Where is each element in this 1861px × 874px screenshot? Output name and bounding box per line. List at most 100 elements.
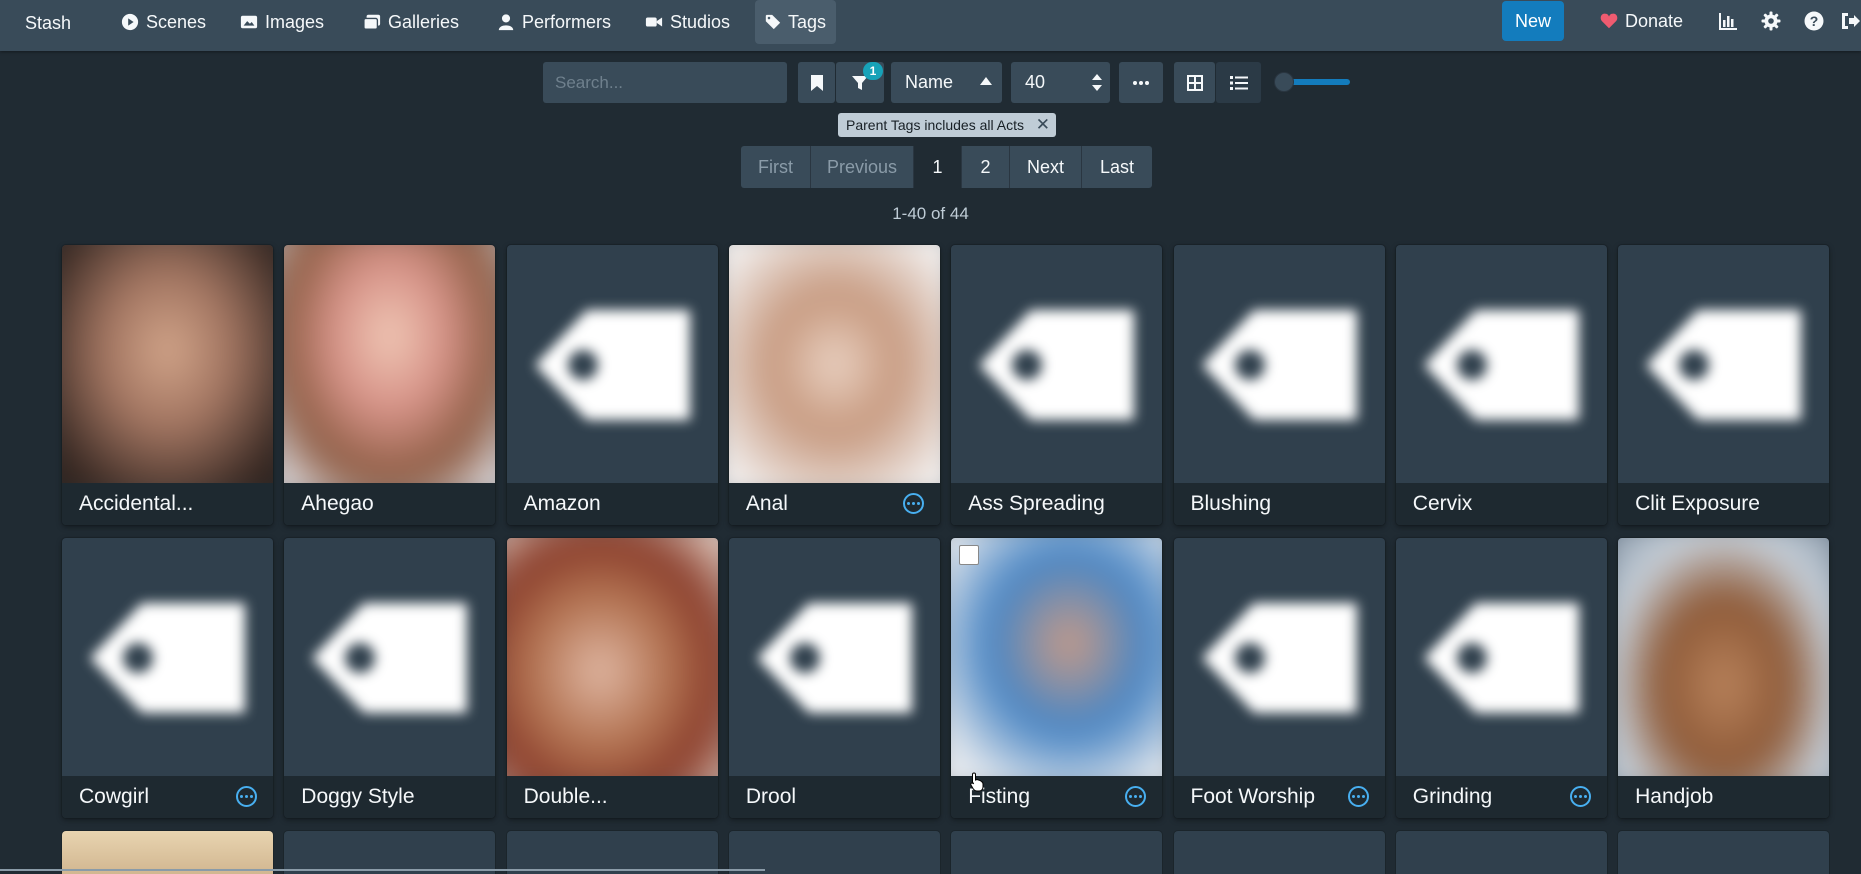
nav-tags[interactable]: Tags bbox=[755, 0, 836, 44]
tag-thumbnail[interactable] bbox=[507, 245, 718, 483]
tag-menu-icon[interactable] bbox=[902, 493, 924, 514]
tag-card[interactable]: Anal bbox=[728, 245, 940, 525]
page-first-button[interactable]: First bbox=[741, 146, 811, 188]
new-tag-button[interactable]: New bbox=[1502, 1, 1564, 41]
tag-name: Ass Spreading bbox=[968, 492, 1105, 515]
tag-name: Blushing bbox=[1190, 492, 1272, 515]
mouse-cursor-icon bbox=[970, 772, 984, 792]
stats-button[interactable] bbox=[1718, 11, 1738, 31]
nav-studios[interactable]: Studios bbox=[635, 0, 740, 44]
tag-name-bar[interactable]: Blushing bbox=[1173, 483, 1385, 525]
tag-card[interactable]: Grinding bbox=[1395, 538, 1607, 818]
tag-name: Doggy Style bbox=[301, 785, 415, 808]
remove-filter-icon[interactable]: ✕ bbox=[1036, 115, 1050, 135]
tag-card[interactable]: Clit Exposure bbox=[1618, 245, 1830, 525]
help-button[interactable]: ? bbox=[1804, 11, 1824, 31]
tag-card-partial[interactable] bbox=[62, 831, 273, 874]
page-last-button[interactable]: Last bbox=[1082, 146, 1152, 188]
list-view-button[interactable] bbox=[1216, 62, 1261, 103]
tag-card[interactable]: Cowgirl bbox=[62, 538, 273, 818]
tag-menu-icon[interactable] bbox=[1347, 786, 1369, 807]
list-icon bbox=[1229, 75, 1248, 90]
tag-name-bar[interactable]: Amazon bbox=[506, 483, 718, 525]
logout-icon bbox=[1842, 13, 1860, 29]
tag-name: Clit Exposure bbox=[1635, 492, 1760, 515]
tag-name-bar[interactable]: Ass Spreading bbox=[951, 483, 1163, 525]
page-previous-button[interactable]: Previous bbox=[811, 146, 914, 188]
tag-card[interactable]: Ahegao bbox=[284, 245, 496, 525]
search-input[interactable] bbox=[543, 62, 787, 103]
saved-filters-button[interactable] bbox=[798, 62, 835, 103]
tag-thumbnail[interactable] bbox=[62, 245, 273, 483]
tag-card[interactable]: Handjob bbox=[1618, 538, 1830, 818]
tag-thumbnail[interactable] bbox=[284, 245, 496, 483]
tag-card-partial[interactable] bbox=[506, 831, 718, 874]
horizontal-scrollbar[interactable] bbox=[0, 869, 765, 871]
tag-card-partial[interactable] bbox=[1395, 831, 1607, 874]
stats-icon bbox=[1719, 13, 1737, 30]
tag-card[interactable]: Amazon bbox=[506, 245, 718, 525]
tag-name-bar[interactable]: Double... bbox=[506, 776, 718, 818]
tag-card[interactable]: Drool bbox=[728, 538, 940, 818]
nav-galleries[interactable]: Galleries bbox=[353, 0, 469, 44]
per-page-value: 40 bbox=[1025, 72, 1046, 92]
tag-thumbnail[interactable] bbox=[728, 245, 940, 483]
tag-thumbnail[interactable] bbox=[1174, 245, 1385, 483]
tag-menu-icon[interactable] bbox=[236, 786, 257, 807]
nav-galleries-label: Galleries bbox=[388, 11, 460, 32]
filter-chip[interactable]: Parent Tags includes all Acts ✕ bbox=[838, 113, 1056, 137]
tag-name-bar[interactable]: Drool bbox=[728, 776, 940, 818]
tag-thumbnail[interactable] bbox=[951, 538, 1163, 776]
tag-thumbnail[interactable] bbox=[729, 538, 940, 776]
per-page-select[interactable]: 40 bbox=[1011, 62, 1110, 103]
tag-thumbnail[interactable] bbox=[506, 538, 718, 776]
tag-thumbnail[interactable] bbox=[1618, 245, 1829, 483]
tag-name-bar[interactable]: Handjob bbox=[1618, 776, 1830, 818]
page-2-button[interactable]: 2 bbox=[962, 146, 1010, 188]
zoom-slider-thumb[interactable] bbox=[1274, 72, 1294, 92]
more-options-button[interactable] bbox=[1119, 62, 1163, 103]
tag-card[interactable]: Double... bbox=[506, 538, 718, 818]
tag-thumbnail[interactable] bbox=[1174, 538, 1385, 776]
tag-card[interactable]: Ass Spreading bbox=[951, 245, 1163, 525]
tag-thumbnail[interactable] bbox=[62, 538, 273, 776]
tag-card-partial[interactable] bbox=[1173, 831, 1385, 874]
settings-button[interactable] bbox=[1761, 11, 1781, 31]
tag-card[interactable]: Cervix bbox=[1395, 245, 1607, 525]
tag-card[interactable]: Doggy Style bbox=[284, 538, 496, 818]
logout-button[interactable] bbox=[1840, 11, 1860, 31]
tag-name: Anal bbox=[745, 492, 788, 515]
tag-card[interactable]: Blushing bbox=[1173, 245, 1385, 525]
tag-placeholder-icon bbox=[756, 603, 912, 713]
page-next-button[interactable]: Next bbox=[1010, 146, 1082, 188]
tag-name-bar[interactable]: Ahegao bbox=[284, 483, 496, 525]
tag-thumbnail[interactable] bbox=[1396, 245, 1607, 483]
tag-card-partial[interactable] bbox=[951, 831, 1163, 874]
sort-by-select[interactable]: Name bbox=[891, 62, 1002, 103]
tag-placeholder-icon bbox=[1201, 310, 1357, 420]
tag-name-bar[interactable]: Clit Exposure bbox=[1618, 483, 1830, 525]
tag-thumbnail[interactable] bbox=[951, 245, 1162, 483]
tag-name-bar[interactable]: Cervix bbox=[1395, 483, 1607, 525]
nav-scenes[interactable]: Scenes bbox=[111, 0, 216, 44]
tag-thumbnail[interactable] bbox=[1618, 538, 1830, 776]
nav-performers[interactable]: Performers bbox=[487, 0, 621, 44]
tag-card[interactable]: Accidental... bbox=[62, 245, 273, 525]
page-1-button[interactable]: 1 bbox=[914, 146, 962, 188]
donate-link[interactable]: Donate bbox=[1600, 0, 1683, 42]
tag-card-partial[interactable] bbox=[284, 831, 496, 874]
tag-name-bar[interactable]: Doggy Style bbox=[284, 776, 496, 818]
nav-images[interactable]: Images bbox=[230, 0, 334, 44]
tag-thumbnail[interactable] bbox=[1396, 538, 1607, 776]
filter-count-badge: 1 bbox=[863, 62, 883, 80]
tag-thumbnail[interactable] bbox=[284, 538, 495, 776]
grid-view-button[interactable] bbox=[1174, 62, 1215, 103]
tag-menu-icon[interactable] bbox=[1569, 786, 1591, 807]
tag-name-bar[interactable]: Accidental... bbox=[62, 483, 273, 525]
brand-link[interactable]: Stash bbox=[25, 13, 71, 34]
select-checkbox[interactable] bbox=[959, 545, 980, 565]
nav-tags-label: Tags bbox=[787, 11, 826, 32]
tag-card-partial[interactable] bbox=[1618, 831, 1830, 874]
tag-card-partial[interactable] bbox=[728, 831, 940, 874]
tag-card[interactable]: Foot Worship bbox=[1173, 538, 1385, 818]
